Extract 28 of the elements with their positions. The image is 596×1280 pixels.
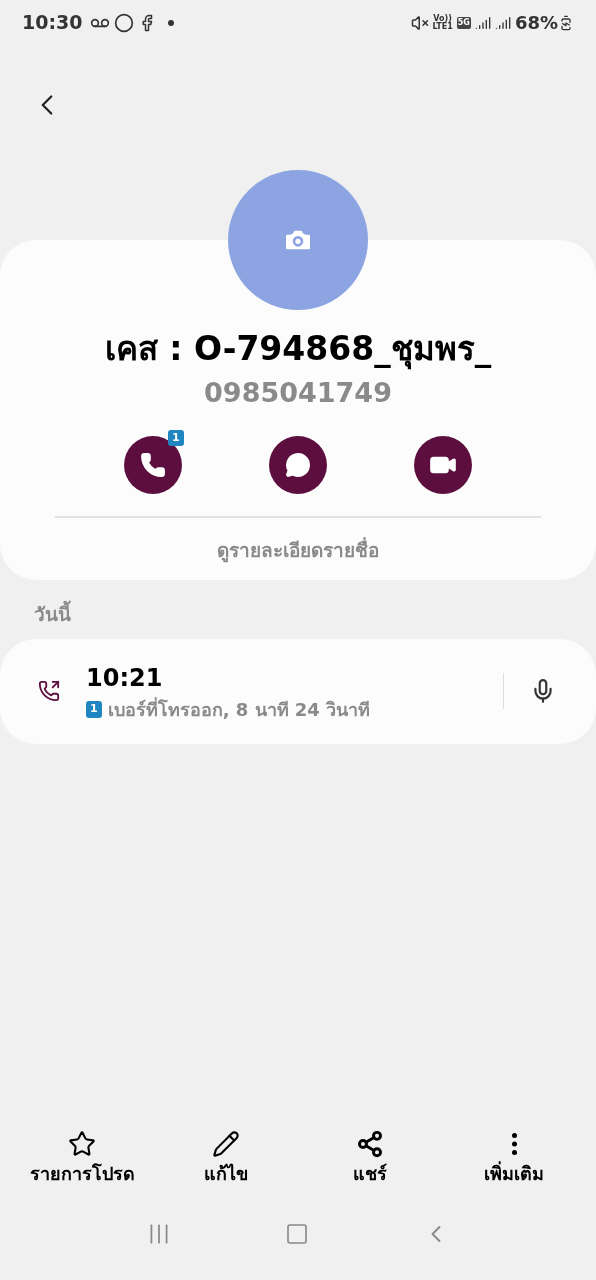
star-icon <box>68 1130 96 1158</box>
toolbar-button[interactable]: รายการโปรด <box>17 1130 147 1187</box>
sim-badge: 1 <box>168 429 184 447</box>
call-time: 10:21 <box>86 662 164 694</box>
section-title: วันนี้ <box>34 600 596 629</box>
signal-icon <box>474 14 491 31</box>
battery-percent: 68% <box>514 11 558 35</box>
network-label: LTE1 <box>432 22 453 31</box>
status-time: 10:30 <box>22 10 83 36</box>
message-icon <box>285 451 311 478</box>
toolbar-button[interactable]: แก้ไข <box>161 1130 291 1187</box>
message-button[interactable] <box>269 435 327 494</box>
phone-icon <box>139 451 166 478</box>
share-icon <box>356 1130 384 1158</box>
network-label: Vo)) <box>433 14 452 23</box>
contact-name: เคส : O-794868_ชุมพร_ <box>104 328 492 370</box>
phone-number: 0985041749 <box>204 376 392 411</box>
pencil-icon <box>212 1130 240 1158</box>
call-log-item[interactable]: 10:21 1 เบอร์ที่โทรออก, 8 นาที 24 วินาที <box>0 638 596 744</box>
signal-icon <box>494 14 511 31</box>
call-description: เบอร์ที่โทรออก, 8 นาที 24 วินาที <box>107 696 371 722</box>
toolbar-button[interactable]: เพิ่มเติม <box>449 1130 579 1187</box>
outgoing-call-icon <box>38 680 60 703</box>
toolbar-button[interactable]: แชร์ <box>305 1130 435 1187</box>
network-label: 5G <box>456 16 471 29</box>
mute-icon <box>410 13 429 32</box>
sim-badge: 1 <box>86 701 102 718</box>
more-icon <box>511 1133 517 1155</box>
